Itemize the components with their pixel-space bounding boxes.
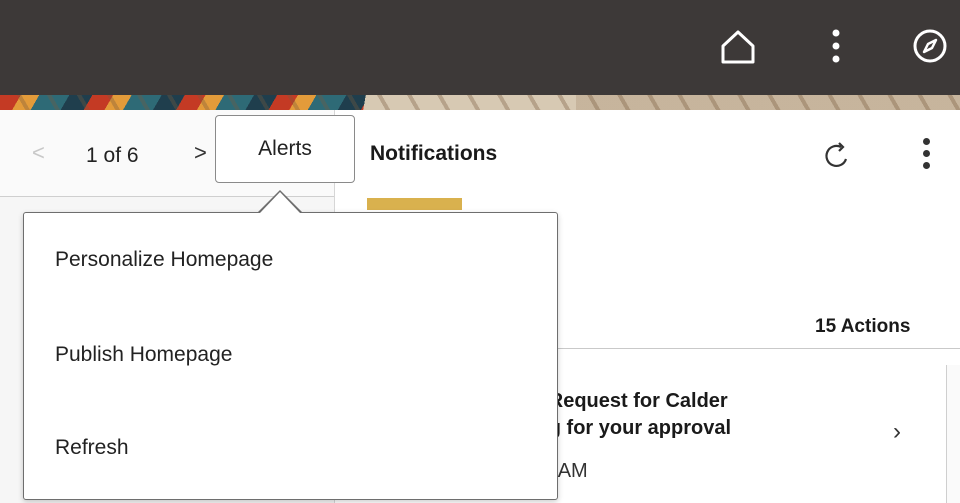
tab-alerts[interactable]: Alerts: [215, 115, 355, 183]
active-tab-indicator: [367, 198, 462, 210]
menu-item-refresh[interactable]: Refresh: [24, 413, 557, 483]
home-icon[interactable]: [718, 24, 758, 68]
chevron-right-icon[interactable]: ›: [893, 418, 901, 446]
next-page-button[interactable]: >: [194, 140, 207, 166]
header-bar: [0, 0, 960, 95]
notification-title: n Request for Calder ing for your approv…: [531, 390, 732, 439]
actions-count: 15 Actions: [815, 316, 911, 337]
menu-item-personalize-homepage[interactable]: Personalize Homepage: [24, 225, 557, 295]
notifications-kebab-icon[interactable]: [915, 134, 939, 174]
homepage-actions-menu: Personalize Homepage Publish Homepage Re…: [23, 212, 558, 500]
page-count: 1 of 6: [86, 144, 139, 167]
refresh-icon[interactable]: [819, 138, 855, 174]
more-options-icon[interactable]: [816, 24, 856, 68]
navigator-compass-icon[interactable]: [910, 24, 950, 68]
scrollbar[interactable]: [946, 365, 960, 503]
menu-item-publish-homepage[interactable]: Publish Homepage: [24, 320, 557, 390]
notifications-title: Notifications: [370, 142, 498, 165]
previous-page-button[interactable]: <: [32, 140, 45, 166]
menu-caret-fill: [260, 192, 300, 213]
banner-pattern: [0, 95, 960, 110]
